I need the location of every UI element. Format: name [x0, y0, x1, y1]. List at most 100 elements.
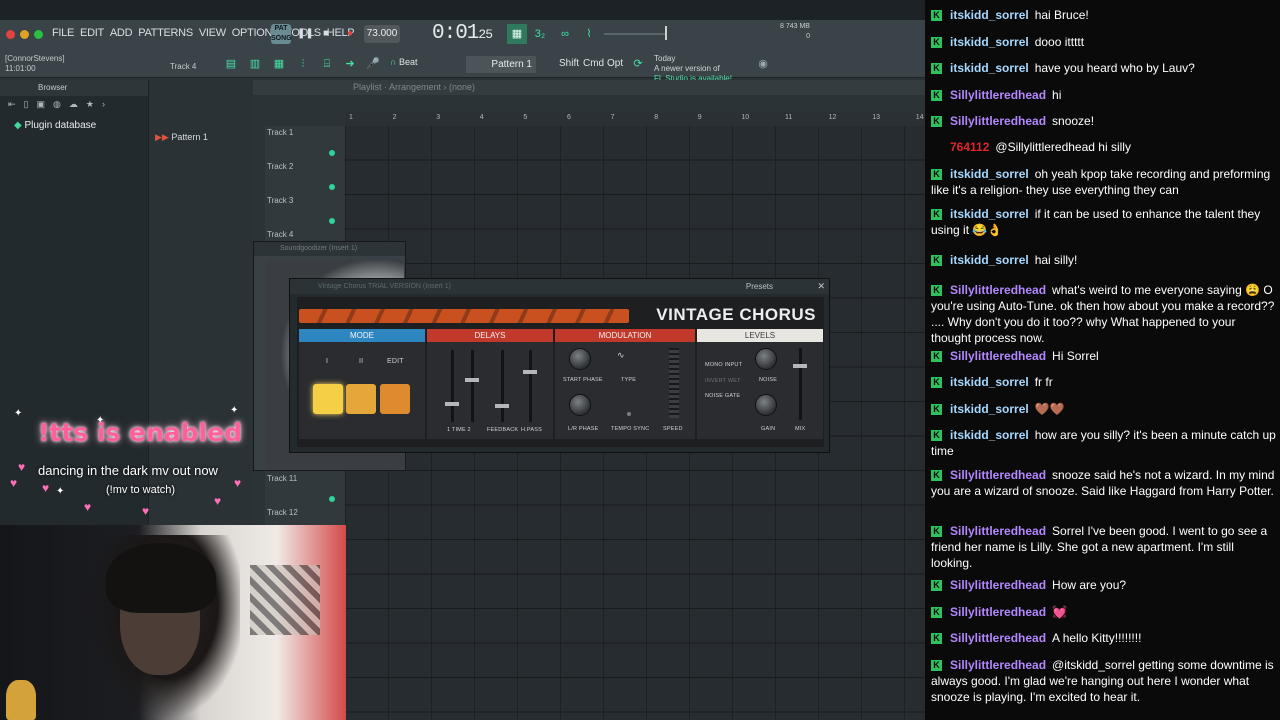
- close-icon[interactable]: ✕: [817, 279, 825, 294]
- feedback-fader[interactable]: [501, 350, 504, 422]
- arrow-right-icon[interactable]: ➜: [341, 56, 359, 73]
- close-window-icon[interactable]: [6, 30, 15, 39]
- wave-type-icon[interactable]: ∿: [617, 350, 625, 361]
- mix-fader[interactable]: [799, 348, 802, 420]
- pattern-selector[interactable]: Pattern 1: [466, 56, 536, 73]
- chat-username[interactable]: Sillylittleredhead: [950, 605, 1046, 619]
- chat-username[interactable]: itskidd_sorrel: [950, 375, 1029, 389]
- chat-username[interactable]: Sillylittleredhead: [950, 578, 1046, 592]
- invert-wet-label[interactable]: INVERT WET: [705, 378, 741, 384]
- chat-username[interactable]: Sillylittleredhead: [950, 88, 1046, 102]
- time-signature[interactable]: 3₂: [531, 24, 549, 44]
- menu-patterns[interactable]: PATTERNS: [138, 27, 193, 39]
- track-header[interactable]: Track 12: [267, 508, 298, 517]
- track-mute-led[interactable]: [329, 496, 335, 502]
- chat-username[interactable]: itskidd_sorrel: [950, 167, 1029, 181]
- cloud-icon[interactable]: ☁: [69, 99, 78, 111]
- cmd-button[interactable]: Cmd: [583, 58, 604, 69]
- chat-username[interactable]: 764112: [950, 140, 989, 154]
- track-mute-led[interactable]: [329, 218, 335, 224]
- menu-edit[interactable]: EDIT: [80, 27, 104, 39]
- presets-button[interactable]: Presets: [746, 279, 773, 294]
- mixer-icon[interactable]: ⫶: [294, 56, 312, 73]
- chat-username[interactable]: Sillylittleredhead: [950, 524, 1046, 538]
- feedback-cap[interactable]: [495, 404, 509, 408]
- menu-file[interactable]: FILE: [52, 27, 74, 39]
- chat-username[interactable]: Sillylittleredhead: [950, 631, 1046, 645]
- edit-button[interactable]: [380, 384, 410, 414]
- mix-cap[interactable]: [793, 364, 807, 368]
- chat-username[interactable]: Sillylittleredhead: [950, 349, 1046, 363]
- chat-username[interactable]: itskidd_sorrel: [950, 428, 1029, 442]
- opt-button[interactable]: Opt: [607, 58, 623, 69]
- chat-username[interactable]: itskidd_sorrel: [950, 35, 1029, 49]
- browser-item-plugin-database[interactable]: ◆ Plugin database: [0, 120, 148, 131]
- chat-username[interactable]: Sillylittleredhead: [950, 114, 1046, 128]
- playlist-icon[interactable]: ▤: [222, 56, 240, 73]
- pattern-item[interactable]: ▶▶ Pattern 1: [155, 132, 208, 143]
- mode-ii-button[interactable]: [346, 384, 376, 414]
- track-mute-led[interactable]: [329, 184, 335, 190]
- time-2-cap[interactable]: [465, 378, 479, 382]
- noise-gate-label[interactable]: NOISE GATE: [705, 393, 740, 399]
- track-header[interactable]: Track 3: [267, 196, 293, 205]
- track-mute-led[interactable]: [329, 150, 335, 156]
- star-icon[interactable]: ★: [86, 99, 94, 111]
- chat-username[interactable]: itskidd_sorrel: [950, 207, 1029, 221]
- master-volume-slider[interactable]: [604, 33, 666, 35]
- track-header[interactable]: Track 11: [267, 474, 297, 483]
- chat-username[interactable]: itskidd_sorrel: [950, 402, 1029, 416]
- chat-username[interactable]: Sillylittleredhead: [950, 658, 1046, 672]
- mode-i-button[interactable]: [313, 384, 343, 414]
- mono-input-label[interactable]: MONO INPUT: [705, 362, 742, 368]
- menu-add[interactable]: ADD: [110, 27, 133, 39]
- hpass-fader[interactable]: [529, 350, 532, 422]
- account-icon[interactable]: ◉: [754, 56, 772, 73]
- time-1-cap[interactable]: [445, 402, 459, 406]
- chat-username[interactable]: Sillylittleredhead: [950, 283, 1046, 297]
- view-icon[interactable]: ▣: [37, 99, 46, 111]
- loop-icon[interactable]: ∞: [556, 24, 574, 44]
- file-icon[interactable]: ▯: [24, 99, 29, 111]
- track-header[interactable]: Track 2: [267, 162, 293, 171]
- microphone-icon[interactable]: 🎤: [364, 56, 382, 73]
- arrow-right-small-icon[interactable]: ›: [102, 99, 105, 111]
- master-volume-handle[interactable]: [665, 26, 667, 40]
- track-selector[interactable]: Track 4: [170, 62, 196, 71]
- globe-icon[interactable]: ◍: [53, 99, 61, 111]
- browser-toggle-icon[interactable]: ⌸: [318, 56, 336, 73]
- channel-rack-icon[interactable]: ▦: [270, 56, 288, 73]
- tempo-display[interactable]: 73.000: [364, 25, 400, 43]
- chat-username[interactable]: itskidd_sorrel: [950, 253, 1029, 267]
- start-phase-knob[interactable]: [569, 348, 591, 370]
- track-header[interactable]: Track 1: [267, 128, 293, 137]
- timeline-ruler[interactable]: 1 2 3 4 5 6 7 8 9 10 11 12 13 14: [345, 112, 925, 126]
- noise-knob[interactable]: [755, 348, 777, 370]
- piano-roll-icon[interactable]: ▥: [246, 56, 264, 73]
- shift-button[interactable]: Shift: [559, 58, 579, 69]
- track-header[interactable]: Track 4: [267, 230, 293, 239]
- time-2-fader[interactable]: [471, 350, 474, 422]
- menu-view[interactable]: VIEW: [199, 27, 226, 39]
- metronome-icon[interactable]: ▦: [507, 24, 527, 44]
- chat-username[interactable]: itskidd_sorrel: [950, 61, 1029, 75]
- hpass-cap[interactable]: [523, 370, 537, 374]
- stop-icon[interactable]: ■: [319, 27, 333, 41]
- chat-username[interactable]: itskidd_sorrel: [950, 8, 1029, 22]
- speed-fader[interactable]: [669, 348, 679, 418]
- record-icon[interactable]: ●: [343, 27, 357, 41]
- tempo-sync-led[interactable]: [627, 412, 631, 416]
- lr-phase-knob[interactable]: [569, 394, 591, 416]
- snap-beat-selector[interactable]: ∩ Beat: [390, 57, 450, 71]
- gain-knob[interactable]: [755, 394, 777, 416]
- minimize-window-icon[interactable]: [20, 30, 29, 39]
- time-1-fader[interactable]: [451, 350, 454, 422]
- maximize-window-icon[interactable]: [34, 30, 43, 39]
- pat-song-toggle[interactable]: PAT SONG: [271, 24, 292, 44]
- collapse-icon[interactable]: ⇤: [8, 99, 16, 111]
- vintage-chorus-titlebar[interactable]: Vintage Chorus TRIAL VERSION (Insert 1) …: [290, 279, 829, 294]
- pause-icon[interactable]: ❚❚: [297, 27, 314, 41]
- update-icon[interactable]: ⟳: [629, 56, 647, 73]
- chat-username[interactable]: Sillylittleredhead: [950, 468, 1046, 482]
- waveform-icon[interactable]: ⌇: [580, 24, 598, 44]
